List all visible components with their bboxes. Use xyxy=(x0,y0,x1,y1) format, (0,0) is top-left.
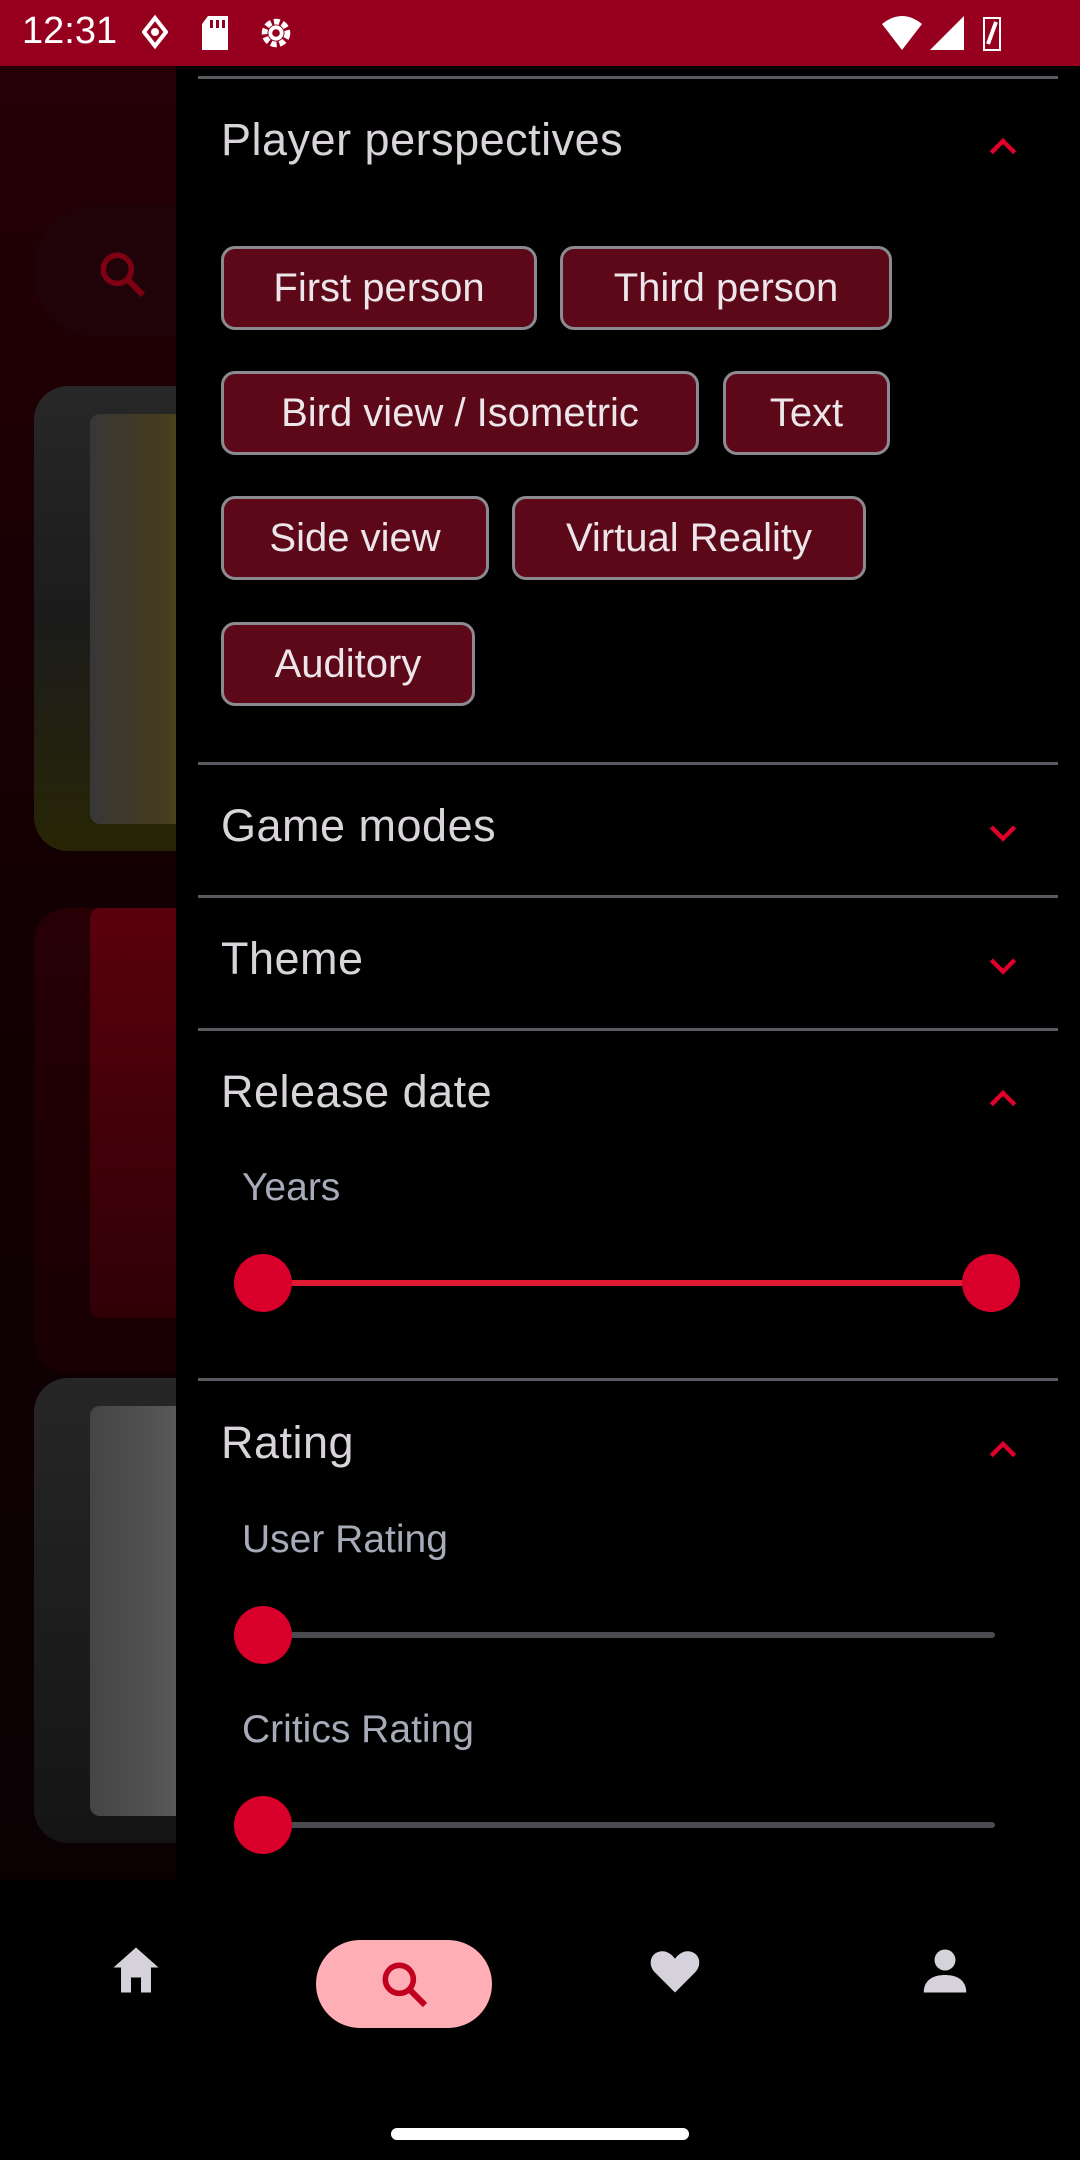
sdcard-icon xyxy=(202,16,228,50)
location-icon xyxy=(142,14,168,50)
chip-third-person[interactable]: Third person xyxy=(560,246,892,330)
nav-search-active-indicator[interactable] xyxy=(316,1940,492,2028)
critics-rating-label: Critics Rating xyxy=(242,1708,474,1751)
status-time: 12:31 xyxy=(22,10,118,52)
user-rating-label: User Rating xyxy=(242,1518,448,1561)
user-rating-slider-track[interactable] xyxy=(263,1632,995,1638)
search-icon[interactable] xyxy=(376,1956,432,2012)
section-title-rating[interactable]: Rating xyxy=(221,1417,354,1469)
chip-text[interactable]: Text xyxy=(723,371,890,455)
section-title-player-perspectives[interactable]: Player perspectives xyxy=(221,114,623,166)
chevron-down-icon[interactable] xyxy=(983,945,1023,985)
bottom-navigation xyxy=(0,1880,1080,2160)
home-indicator[interactable] xyxy=(391,2128,689,2140)
divider xyxy=(198,1378,1058,1381)
gear-icon xyxy=(261,18,291,48)
heart-icon[interactable] xyxy=(645,1940,705,2000)
chevron-down-icon[interactable] xyxy=(983,812,1023,852)
chip-bird-view-isometric[interactable]: Bird view / Isometric xyxy=(221,371,699,455)
chip-virtual-reality[interactable]: Virtual Reality xyxy=(512,496,866,580)
person-icon[interactable] xyxy=(915,1940,975,2000)
divider xyxy=(198,895,1058,898)
years-slider-start-thumb[interactable] xyxy=(234,1254,292,1312)
section-title-game-modes[interactable]: Game modes xyxy=(221,800,496,852)
home-icon[interactable] xyxy=(106,1940,166,2000)
chevron-up-icon[interactable] xyxy=(983,126,1023,166)
signal-icon xyxy=(930,16,964,50)
section-title-theme[interactable]: Theme xyxy=(221,933,364,985)
battery-icon xyxy=(983,17,1001,51)
wifi-icon xyxy=(882,16,922,50)
divider xyxy=(198,762,1058,765)
chip-auditory[interactable]: Auditory xyxy=(221,622,475,706)
divider xyxy=(198,76,1058,79)
chevron-up-icon[interactable] xyxy=(983,1429,1023,1469)
chip-side-view[interactable]: Side view xyxy=(221,496,489,580)
years-label: Years xyxy=(242,1166,341,1209)
user-rating-slider-thumb[interactable] xyxy=(234,1606,292,1664)
critics-rating-slider-thumb[interactable] xyxy=(234,1796,292,1854)
status-bar: 12:31 xyxy=(0,0,1080,66)
filter-drawer: Player perspectives First person Third p… xyxy=(176,66,1080,2160)
years-slider-end-thumb[interactable] xyxy=(962,1254,1020,1312)
section-title-release-date[interactable]: Release date xyxy=(221,1066,492,1118)
chevron-up-icon[interactable] xyxy=(983,1078,1023,1118)
divider xyxy=(198,1028,1058,1031)
critics-rating-slider-track[interactable] xyxy=(263,1822,995,1828)
chip-first-person[interactable]: First person xyxy=(221,246,537,330)
years-slider-track[interactable] xyxy=(263,1280,991,1286)
